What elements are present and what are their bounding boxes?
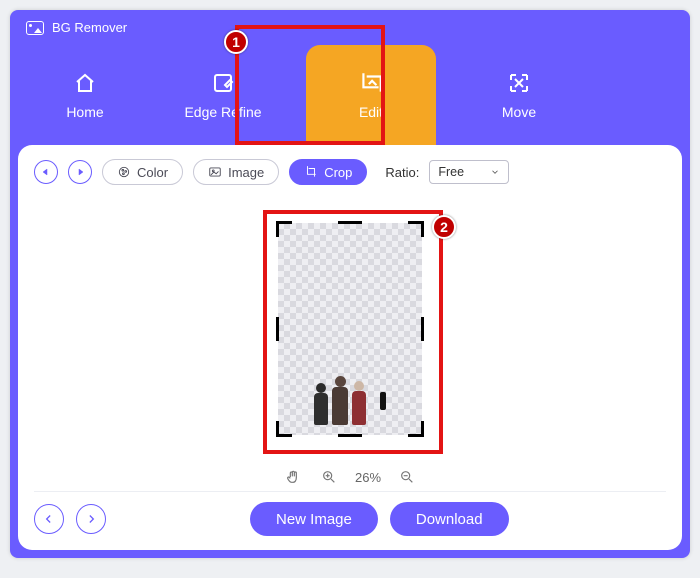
image-pill[interactable]: Image (193, 159, 279, 185)
edit-toolbar: Color Image Crop Ratio: Free (34, 155, 666, 197)
ratio-select[interactable]: Free (429, 160, 509, 184)
move-icon (506, 70, 532, 96)
zoom-bar: 26% (34, 461, 666, 491)
annotation-marker-1: 1 (224, 30, 248, 54)
app-title: BG Remover (52, 20, 127, 35)
undo-button[interactable] (34, 160, 58, 184)
next-button[interactable] (76, 504, 106, 534)
annotation-marker-2: 2 (432, 215, 456, 239)
annotation-highlight-2 (263, 210, 443, 454)
crop-pill[interactable]: Crop (289, 159, 367, 185)
color-pill[interactable]: Color (102, 159, 183, 185)
color-label: Color (137, 165, 168, 180)
download-button[interactable]: Download (390, 502, 509, 536)
new-image-button[interactable]: New Image (250, 502, 378, 536)
edge-refine-icon (210, 70, 236, 96)
tab-home[interactable]: Home (30, 45, 140, 145)
image-label: Image (228, 165, 264, 180)
tab-move[interactable]: Move (464, 45, 574, 145)
chevron-down-icon (490, 167, 500, 177)
crop-label: Crop (324, 165, 352, 180)
ratio-label: Ratio: (385, 165, 419, 180)
zoom-in-button[interactable] (319, 467, 339, 487)
pan-tool-icon[interactable] (283, 467, 303, 487)
prev-button[interactable] (34, 504, 64, 534)
new-image-label: New Image (276, 511, 352, 528)
tab-label: Home (66, 104, 103, 120)
zoom-out-button[interactable] (397, 467, 417, 487)
redo-button[interactable] (68, 160, 92, 184)
tab-label: Move (502, 104, 536, 120)
ratio-value: Free (438, 165, 464, 179)
app-logo-icon (26, 21, 44, 35)
download-label: Download (416, 511, 483, 528)
zoom-value: 26% (355, 470, 381, 485)
annotation-highlight-1 (235, 25, 385, 145)
home-icon (72, 70, 98, 96)
footer-bar: New Image Download (34, 491, 666, 540)
